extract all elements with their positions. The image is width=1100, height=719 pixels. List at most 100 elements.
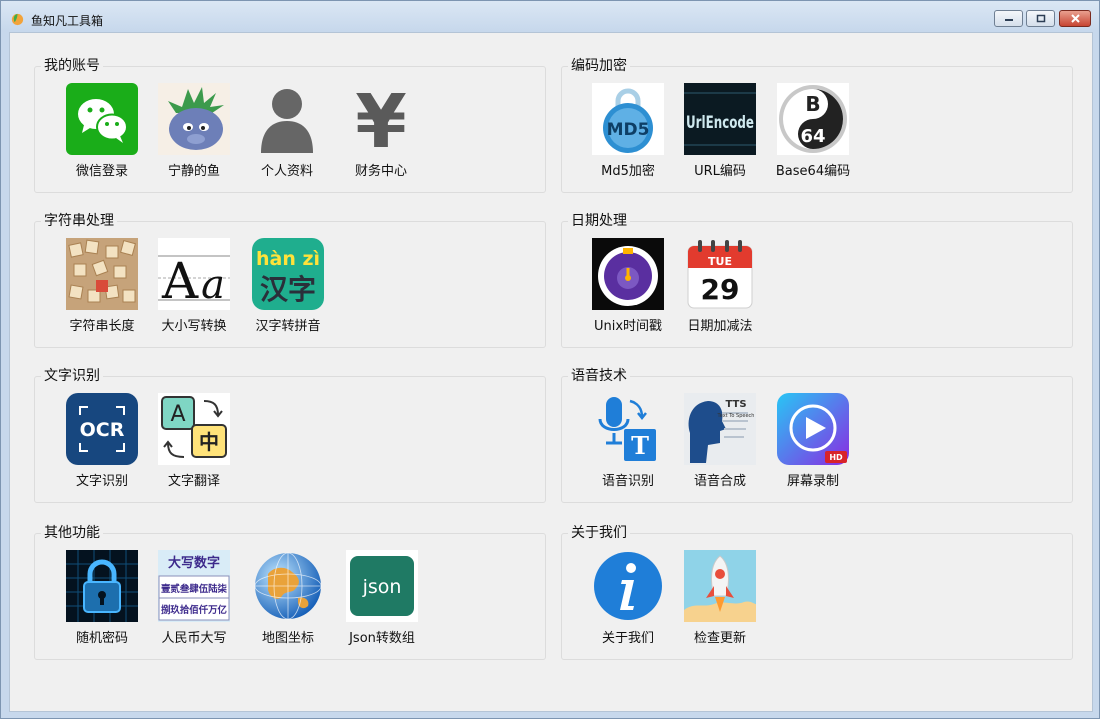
svg-text:29: 29: [701, 273, 740, 306]
tool-label: 财务中心: [354, 164, 407, 179]
svg-text:B: B: [805, 92, 820, 116]
tool-user-profile-fish[interactable]: 宁静的鱼: [149, 83, 239, 179]
tool-label: Base64编码: [775, 164, 851, 179]
tool-label: Json转数组: [349, 631, 415, 646]
tool-rmb-uppercase[interactable]: 大写数字 壹贰叁肆伍陆柒 捌玖拾佰仟万亿 人民币大写: [149, 550, 239, 646]
tool-label: 检查更新: [693, 631, 746, 646]
close-icon: [1070, 14, 1080, 23]
lock-icon: [66, 550, 138, 622]
tool-finance-center[interactable]: ¥ 财务中心: [336, 83, 426, 179]
group-title: 其他功能: [41, 523, 103, 543]
group-account: 我的账号 微信登录 宁静的鱼 个人资料 ¥ 财务中心: [34, 56, 546, 193]
wechat-icon: [66, 83, 138, 155]
tool-label: URL编码: [694, 164, 746, 179]
svg-text:T: T: [631, 431, 649, 460]
window-title: 鱼知凡工具箱: [31, 14, 104, 28]
rmb-uppercase-icon: 大写数字 壹贰叁肆伍陆柒 捌玖拾佰仟万亿: [158, 550, 230, 622]
close-button[interactable]: [1059, 10, 1091, 27]
group-about: 关于我们 关于我们 检查更新: [561, 523, 1073, 660]
avatar-icon: [158, 83, 230, 155]
svg-text:UrlEncode: UrlEncode: [686, 113, 754, 133]
letter-case-icon: A a: [158, 238, 230, 310]
tool-string-length[interactable]: 字符串长度: [57, 238, 147, 334]
svg-text:TTS: TTS: [725, 399, 746, 410]
group-voice: 语音技术 T 语音识别 TTS Text To Speech 语音合成 HD 屏…: [561, 366, 1073, 503]
svg-text:json: json: [362, 576, 402, 598]
tool-label: 文字翻译: [167, 474, 220, 489]
tool-screen-record[interactable]: HD 屏幕录制: [768, 393, 858, 489]
svg-text:64: 64: [800, 126, 825, 147]
tool-speech-recognition[interactable]: T 语音识别: [583, 393, 673, 489]
tool-personal-info[interactable]: 个人资料: [242, 83, 332, 179]
svg-text:壹贰叁肆伍陆柒: 壹贰叁肆伍陆柒: [161, 583, 227, 595]
translate-icon: A 中: [158, 393, 230, 465]
tool-label: 随机密码: [75, 631, 128, 646]
tool-label: 文字识别: [75, 474, 128, 489]
svg-text:TUE: TUE: [708, 255, 732, 268]
svg-text:hàn zì: hàn zì: [256, 248, 320, 270]
main-panel: 我的账号 微信登录 宁静的鱼 个人资料 ¥ 财务中心 编码加密 MD5 Md5加…: [9, 32, 1093, 712]
svg-text:捌玖拾佰仟万亿: 捌玖拾佰仟万亿: [161, 604, 227, 616]
tool-md5[interactable]: MD5 Md5加密: [583, 83, 673, 179]
tool-label: 大小写转换: [161, 319, 227, 334]
svg-text:汉字: 汉字: [260, 273, 316, 306]
tool-label: Unix时间戳: [593, 319, 663, 334]
tool-url-encode[interactable]: UrlEncode URL编码: [675, 83, 765, 179]
group-ocr: 文字识别 OCR 文字识别 A 中 文字翻译: [34, 366, 546, 503]
info-icon: [594, 552, 662, 620]
tool-label: 宁静的鱼: [167, 164, 220, 179]
speech-to-text-icon: T: [598, 397, 656, 461]
tool-label: 屏幕录制: [786, 474, 839, 489]
user-icon: [261, 89, 313, 153]
tool-label: 语音识别: [601, 474, 654, 489]
tool-random-password[interactable]: 随机密码: [57, 550, 147, 646]
group-other: 其他功能 随机密码 大写数字 壹贰叁肆伍陆柒 捌玖拾佰仟万亿 人民币大写 地图坐…: [34, 523, 546, 660]
svg-text:中: 中: [199, 430, 219, 454]
maximize-button[interactable]: [1026, 10, 1055, 27]
group-title: 日期处理: [568, 211, 630, 231]
md5-lock-icon: MD5: [592, 83, 664, 155]
tool-case-convert[interactable]: A a 大小写转换: [149, 238, 239, 334]
tts-icon: TTS Text To Speech: [684, 393, 756, 465]
svg-text:OCR: OCR: [80, 419, 125, 441]
group-encode: 编码加密 MD5 Md5加密 UrlEncode URL编码 B 64 Base…: [561, 56, 1073, 193]
group-title: 编码加密: [568, 56, 630, 76]
base64-icon: B 64: [777, 83, 849, 155]
group-title: 我的账号: [41, 56, 103, 76]
scrabble-tiles-icon: [66, 238, 138, 310]
tool-base64[interactable]: B 64 Base64编码: [768, 83, 858, 179]
maximize-icon: [1036, 14, 1045, 23]
tool-label: 关于我们: [601, 631, 654, 646]
tool-text-recognition[interactable]: OCR 文字识别: [57, 393, 147, 489]
tool-about-us[interactable]: 关于我们: [583, 550, 673, 646]
app-window: 鱼知凡工具箱 我的账号 微信登录 宁静的鱼 个人资料 ¥ 财务中心 编码加密 M…: [0, 0, 1100, 719]
tool-check-update[interactable]: 检查更新: [675, 550, 765, 646]
tool-label: 个人资料: [260, 164, 313, 179]
minimize-button[interactable]: [994, 10, 1023, 27]
rocket-icon: [684, 550, 756, 622]
tool-json-array[interactable]: json Json转数组: [337, 550, 427, 646]
tool-date-calc[interactable]: TUE 29 日期加减法: [675, 238, 765, 334]
group-title: 文字识别: [41, 366, 103, 386]
tool-map-coordinates[interactable]: 地图坐标: [243, 550, 333, 646]
svg-text:MD5: MD5: [607, 120, 650, 140]
tool-speech-synthesis[interactable]: TTS Text To Speech 语音合成: [675, 393, 765, 489]
svg-text:¥: ¥: [355, 83, 407, 155]
calendar-icon: TUE 29: [687, 240, 753, 309]
tool-unix-timestamp[interactable]: Unix时间戳: [583, 238, 673, 334]
tool-wechat-login[interactable]: 微信登录: [57, 83, 147, 179]
pinyin-icon: hàn zì 汉字: [252, 238, 324, 310]
url-encode-icon: UrlEncode: [684, 83, 756, 155]
svg-text:a: a: [201, 262, 225, 308]
tool-text-translate[interactable]: A 中 文字翻译: [149, 393, 239, 489]
title-bar[interactable]: 鱼知凡工具箱: [1, 1, 1099, 33]
svg-text:HD: HD: [829, 453, 843, 462]
group-title: 字符串处理: [41, 211, 117, 231]
yen-icon: ¥: [355, 83, 407, 155]
tool-label: 汉字转拼音: [255, 319, 321, 334]
tool-label: 地图坐标: [261, 631, 314, 646]
tool-label: 人民币大写: [161, 631, 227, 646]
minimize-icon: [1004, 18, 1013, 21]
tool-hanzi-pinyin[interactable]: hàn zì 汉字 汉字转拼音: [243, 238, 333, 334]
svg-text:大写数字: 大写数字: [168, 555, 220, 571]
